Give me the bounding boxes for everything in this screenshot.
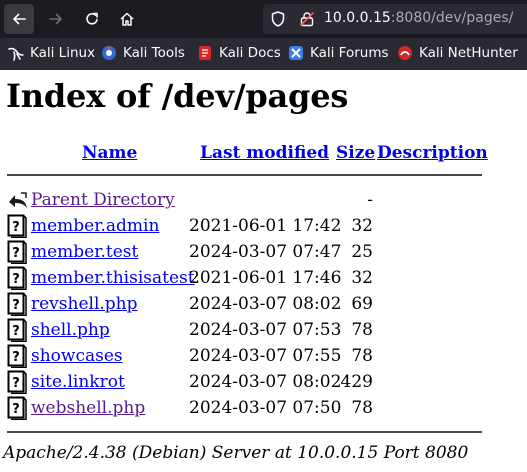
last-modified-cell: 2021-06-01 17:42	[189, 216, 342, 236]
svg-text:?: ?	[12, 324, 20, 339]
table-row: ? member.admin 2021-06-01 17:42 32	[0, 213, 527, 239]
kali-forums-icon	[289, 46, 303, 60]
kali-nethunter-icon	[398, 46, 412, 60]
table-row: ? revshell.php 2024-03-07 08:02 69	[0, 291, 527, 317]
reload-icon	[86, 12, 98, 25]
shield-icon[interactable]	[269, 10, 287, 28]
svg-text:?: ?	[12, 298, 20, 313]
bookmark-kali-linux[interactable]: Kali Linux	[8, 45, 95, 61]
arrow-right-icon	[49, 13, 62, 25]
forward-button[interactable]	[41, 4, 71, 34]
file-link[interactable]: site.linkrot	[31, 372, 125, 392]
url-path: :8080/dev/pages/	[390, 10, 514, 26]
unknown-file-icon: ?	[7, 396, 27, 425]
svg-text:?: ?	[12, 272, 20, 287]
size-cell: 25	[351, 242, 373, 262]
size-cell: 78	[351, 398, 373, 418]
column-header-size: Size	[336, 143, 375, 163]
bookmark-label: Kali Docs	[219, 45, 281, 61]
column-header-name: Name	[82, 143, 137, 163]
size-cell: -	[367, 190, 373, 210]
size-cell: 69	[351, 294, 373, 314]
last-modified-cell: 2024-03-07 07:53	[189, 320, 342, 340]
svg-text:?: ?	[12, 350, 20, 365]
bookmark-label: Kali NetHunter	[419, 45, 518, 61]
table-row: ? site.linkrot 2024-03-07 08:02 429	[0, 369, 527, 395]
last-modified-cell: 2024-03-07 07:55	[189, 346, 342, 366]
table-divider-bottom	[7, 431, 482, 433]
arrow-left-icon	[13, 13, 26, 25]
svg-text:?: ?	[12, 246, 20, 261]
page-title: Index of /dev/pages	[6, 77, 349, 115]
sort-by-name-link[interactable]: Name	[82, 143, 137, 163]
size-cell: 32	[351, 216, 373, 236]
sort-by-size-link[interactable]: Size	[336, 143, 375, 163]
bookmarks-bar: Kali Linux Kali Tools Kali Docs Kali For…	[0, 38, 527, 70]
kali-docs-icon	[199, 46, 211, 60]
bookmark-label: Kali Linux	[30, 45, 96, 61]
file-link[interactable]: revshell.php	[31, 294, 138, 314]
url-host: 10.0.0.15	[324, 10, 391, 26]
table-row: ? shell.php 2024-03-07 07:53 78	[0, 317, 527, 343]
last-modified-cell: 2024-03-07 07:47	[189, 242, 342, 262]
home-button[interactable]	[112, 4, 142, 34]
size-cell: 429	[340, 372, 373, 392]
file-link[interactable]: Parent Directory	[31, 190, 175, 210]
bookmark-kali-nethunter[interactable]: Kali NetHunter	[397, 45, 518, 61]
home-icon	[120, 12, 134, 26]
last-modified-cell: 2024-03-07 08:02	[189, 294, 342, 314]
reload-button[interactable]	[77, 4, 107, 34]
file-link[interactable]: member.test	[31, 242, 138, 262]
file-link[interactable]: member.thisisatest	[31, 268, 195, 288]
kali-tools-icon	[102, 46, 116, 60]
table-row: ? webshell.php 2024-03-07 07:50 78	[0, 395, 527, 421]
kali-linux-icon	[8, 47, 24, 61]
table-row: ? member.thisisatest 2021-06-01 17:46 32	[0, 265, 527, 291]
bookmark-kali-forums[interactable]: Kali Forums	[288, 45, 389, 61]
table-divider-top	[7, 174, 482, 176]
last-modified-cell: 2024-03-07 08:02	[189, 372, 342, 392]
browser-toolbar: 10.0.0.15:8080/dev/pages/	[0, 0, 527, 38]
bookmark-kali-docs[interactable]: Kali Docs	[197, 45, 281, 61]
table-row: ? showcases 2024-03-07 07:55 78	[0, 343, 527, 369]
last-modified-cell: 2024-03-07 07:50	[189, 398, 342, 418]
sort-by-description-link[interactable]: Description	[377, 143, 488, 163]
svg-text:?: ?	[12, 220, 20, 235]
size-cell: 32	[351, 268, 373, 288]
table-row: Parent Directory -	[0, 187, 527, 213]
file-link[interactable]: showcases	[31, 346, 123, 366]
size-cell: 78	[351, 346, 373, 366]
svg-text:?: ?	[12, 376, 20, 391]
url-text[interactable]: 10.0.0.15:8080/dev/pages/	[324, 10, 513, 26]
address-bar[interactable]: 10.0.0.15:8080/dev/pages/	[263, 4, 527, 34]
file-link[interactable]: member.admin	[31, 216, 159, 236]
insecure-lock-icon[interactable]	[299, 11, 315, 27]
last-modified-cell: 2021-06-01 17:46	[189, 268, 342, 288]
bookmark-label: Kali Tools	[123, 45, 185, 61]
column-header-last-modified: Last modified	[200, 143, 329, 163]
file-link[interactable]: shell.php	[31, 320, 110, 340]
server-signature: Apache/2.4.38 (Debian) Server at 10.0.0.…	[3, 443, 469, 463]
size-cell: 78	[351, 320, 373, 340]
file-link[interactable]: webshell.php	[31, 398, 145, 418]
bookmark-label: Kali Forums	[310, 45, 389, 61]
sort-by-last-modified-link[interactable]: Last modified	[200, 143, 329, 163]
column-header-description: Description	[377, 143, 488, 163]
table-row: ? member.test 2024-03-07 07:47 25	[0, 239, 527, 265]
bookmark-kali-tools[interactable]: Kali Tools	[101, 45, 185, 61]
back-button[interactable]	[4, 4, 34, 34]
svg-text:?: ?	[12, 402, 20, 417]
